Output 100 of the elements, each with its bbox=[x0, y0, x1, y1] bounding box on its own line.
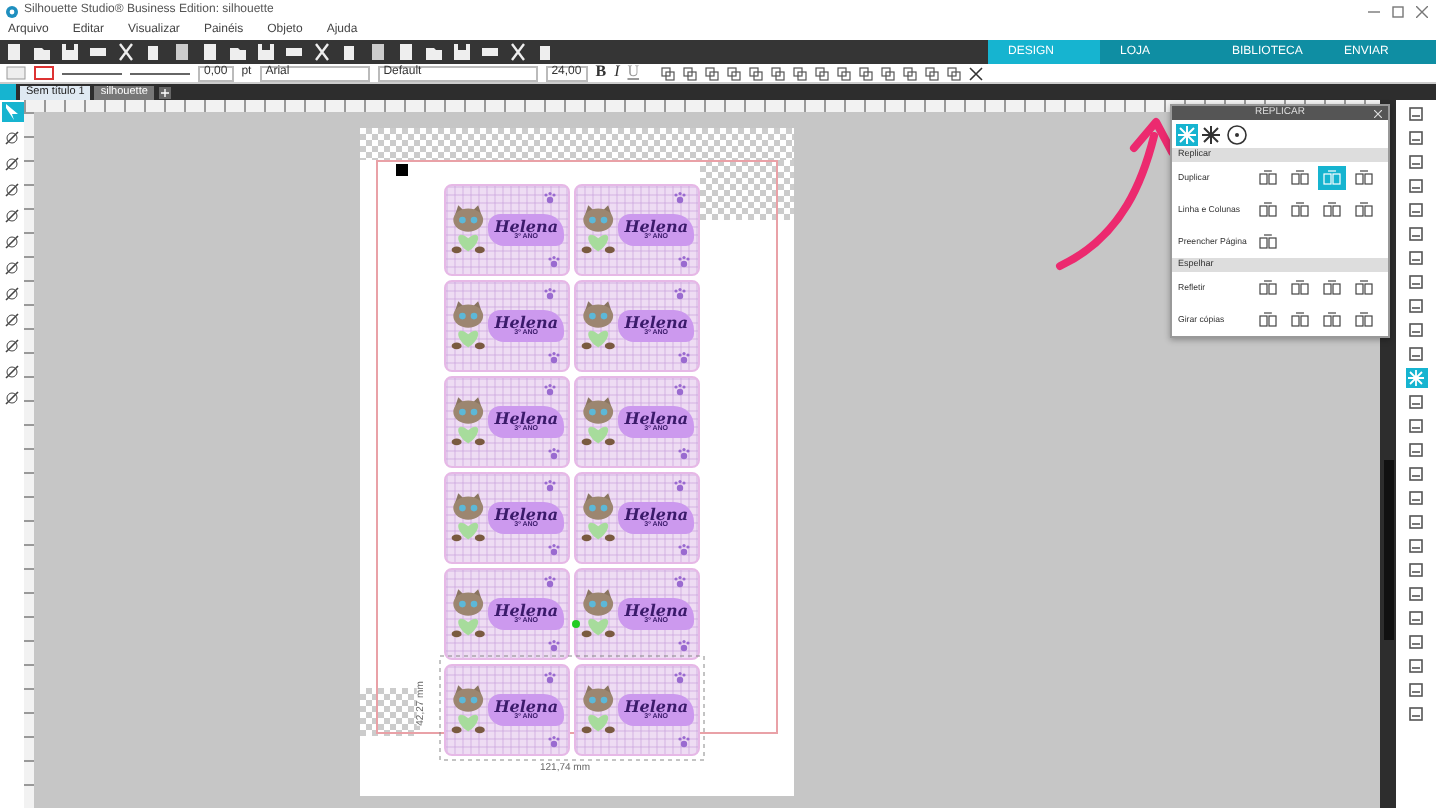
paw-print-icon bbox=[548, 256, 560, 268]
panel-button[interactable] bbox=[1405, 704, 1427, 724]
drawing-tool[interactable] bbox=[1, 128, 23, 148]
toolbar-icon[interactable] bbox=[508, 42, 528, 62]
panel-button[interactable] bbox=[1405, 176, 1427, 196]
name-text: Helena bbox=[624, 697, 688, 715]
panel-button[interactable] bbox=[1405, 224, 1427, 244]
name-text: Helena bbox=[494, 697, 558, 715]
toolbar-icon[interactable] bbox=[480, 42, 500, 62]
panel-button[interactable] bbox=[1405, 632, 1427, 652]
toolbar-icon[interactable] bbox=[284, 42, 304, 62]
replicate-option-button[interactable] bbox=[1318, 307, 1346, 332]
line-style-icon[interactable] bbox=[62, 69, 122, 77]
panel-button[interactable] bbox=[1405, 464, 1427, 484]
drawing-tool[interactable] bbox=[1, 180, 23, 200]
line-style-icon[interactable] bbox=[130, 69, 190, 77]
replicate-option-button[interactable] bbox=[1318, 275, 1346, 300]
name-text: Helena bbox=[494, 217, 558, 235]
panel-button[interactable] bbox=[1405, 128, 1427, 148]
selection-box[interactable] bbox=[438, 654, 706, 762]
drawing-tool[interactable] bbox=[1, 232, 23, 252]
drawing-tool[interactable] bbox=[1, 284, 23, 304]
panel-button[interactable] bbox=[1405, 440, 1427, 460]
panel-button[interactable] bbox=[1405, 248, 1427, 268]
replicate-option-button[interactable] bbox=[1350, 275, 1378, 300]
rotate-handle-icon[interactable] bbox=[572, 620, 580, 628]
italic-button[interactable]: I bbox=[614, 64, 620, 82]
panel-button[interactable] bbox=[1405, 680, 1427, 700]
toolbar-icon[interactable] bbox=[312, 42, 332, 62]
replicate-option-button[interactable] bbox=[1286, 197, 1314, 222]
toolbar-icon[interactable] bbox=[60, 42, 80, 62]
panel-button[interactable] bbox=[1405, 392, 1427, 412]
paw-print-icon bbox=[674, 576, 686, 588]
drawing-tool[interactable] bbox=[1, 388, 23, 408]
paw-print-icon bbox=[544, 288, 556, 300]
toolbar-icon[interactable] bbox=[88, 42, 108, 62]
drawing-tool[interactable] bbox=[1, 154, 23, 174]
drawing-tool[interactable] bbox=[1, 310, 23, 330]
replicate-option-button[interactable] bbox=[1350, 165, 1378, 190]
minimize-icon[interactable] bbox=[1367, 5, 1379, 17]
toolbar-icon[interactable] bbox=[536, 42, 556, 62]
app-logo-icon bbox=[6, 5, 18, 17]
replicate-option-button[interactable] bbox=[1254, 165, 1282, 190]
panel-button[interactable] bbox=[1405, 560, 1427, 580]
replicate-option-button[interactable] bbox=[1286, 275, 1314, 300]
paw-print-icon bbox=[548, 448, 560, 460]
panel-button[interactable] bbox=[1405, 296, 1427, 316]
paw-print-icon bbox=[544, 192, 556, 204]
name-text: Helena bbox=[624, 409, 688, 427]
paw-print-icon bbox=[544, 672, 556, 684]
close-icon[interactable] bbox=[967, 65, 984, 81]
toolbar-icon[interactable] bbox=[116, 42, 136, 62]
add-tab-icon[interactable] bbox=[157, 85, 172, 99]
paw-print-icon bbox=[678, 352, 690, 364]
replicate-option-button[interactable] bbox=[1254, 275, 1282, 300]
circle-tab-icon[interactable] bbox=[1225, 123, 1247, 145]
panel-button[interactable] bbox=[1405, 536, 1427, 556]
paw-print-icon bbox=[678, 640, 690, 652]
line-color-icon[interactable] bbox=[34, 66, 54, 80]
drawing-tool[interactable] bbox=[1, 206, 23, 226]
toolbar-icon[interactable] bbox=[452, 42, 472, 62]
panel-button[interactable] bbox=[1405, 608, 1427, 628]
paw-print-icon bbox=[548, 736, 560, 748]
panel-button[interactable] bbox=[1405, 152, 1427, 172]
toolbar-icon[interactable] bbox=[256, 42, 276, 62]
replicate-option-button[interactable] bbox=[1286, 307, 1314, 332]
panel-button[interactable] bbox=[1405, 320, 1427, 340]
replicate-option-button[interactable] bbox=[1350, 197, 1378, 222]
maximize-icon[interactable] bbox=[1391, 5, 1403, 17]
replicate-option-button[interactable] bbox=[1286, 165, 1314, 190]
name-text: Helena bbox=[494, 601, 558, 619]
bold-button[interactable]: B bbox=[595, 64, 607, 82]
panel-button[interactable] bbox=[1405, 488, 1427, 508]
panel-button[interactable] bbox=[1405, 656, 1427, 676]
fill-swatch-icon[interactable] bbox=[6, 66, 26, 80]
panel-button[interactable] bbox=[1405, 200, 1427, 220]
replicate-option-button[interactable] bbox=[1254, 307, 1282, 332]
panel-button[interactable] bbox=[1405, 272, 1427, 292]
name-text: Helena bbox=[624, 217, 688, 235]
panel-button[interactable] bbox=[1405, 584, 1427, 604]
paw-print-icon bbox=[674, 192, 686, 204]
replicate-option-button[interactable] bbox=[1350, 307, 1378, 332]
drawing-tool[interactable] bbox=[1, 362, 23, 382]
replicate-option-button[interactable] bbox=[1254, 229, 1282, 254]
panel-button[interactable] bbox=[1405, 104, 1427, 124]
paw-print-icon bbox=[678, 448, 690, 460]
paw-print-icon bbox=[674, 384, 686, 396]
drawing-tool[interactable] bbox=[1, 258, 23, 278]
drawing-tool[interactable] bbox=[1, 336, 23, 356]
scrollbar-thumb[interactable] bbox=[1383, 460, 1393, 640]
name-text: Helena bbox=[624, 505, 688, 523]
panel-button[interactable] bbox=[1405, 512, 1427, 532]
panel-button[interactable] bbox=[1405, 416, 1427, 436]
replicate-option-button[interactable] bbox=[1318, 197, 1346, 222]
replicate-tab-icon[interactable] bbox=[1200, 123, 1222, 145]
paw-print-icon bbox=[548, 352, 560, 364]
paw-print-icon bbox=[544, 576, 556, 588]
panel-button[interactable] bbox=[1405, 344, 1427, 364]
replicate-option-button[interactable] bbox=[1254, 197, 1282, 222]
paw-print-icon bbox=[548, 640, 560, 652]
